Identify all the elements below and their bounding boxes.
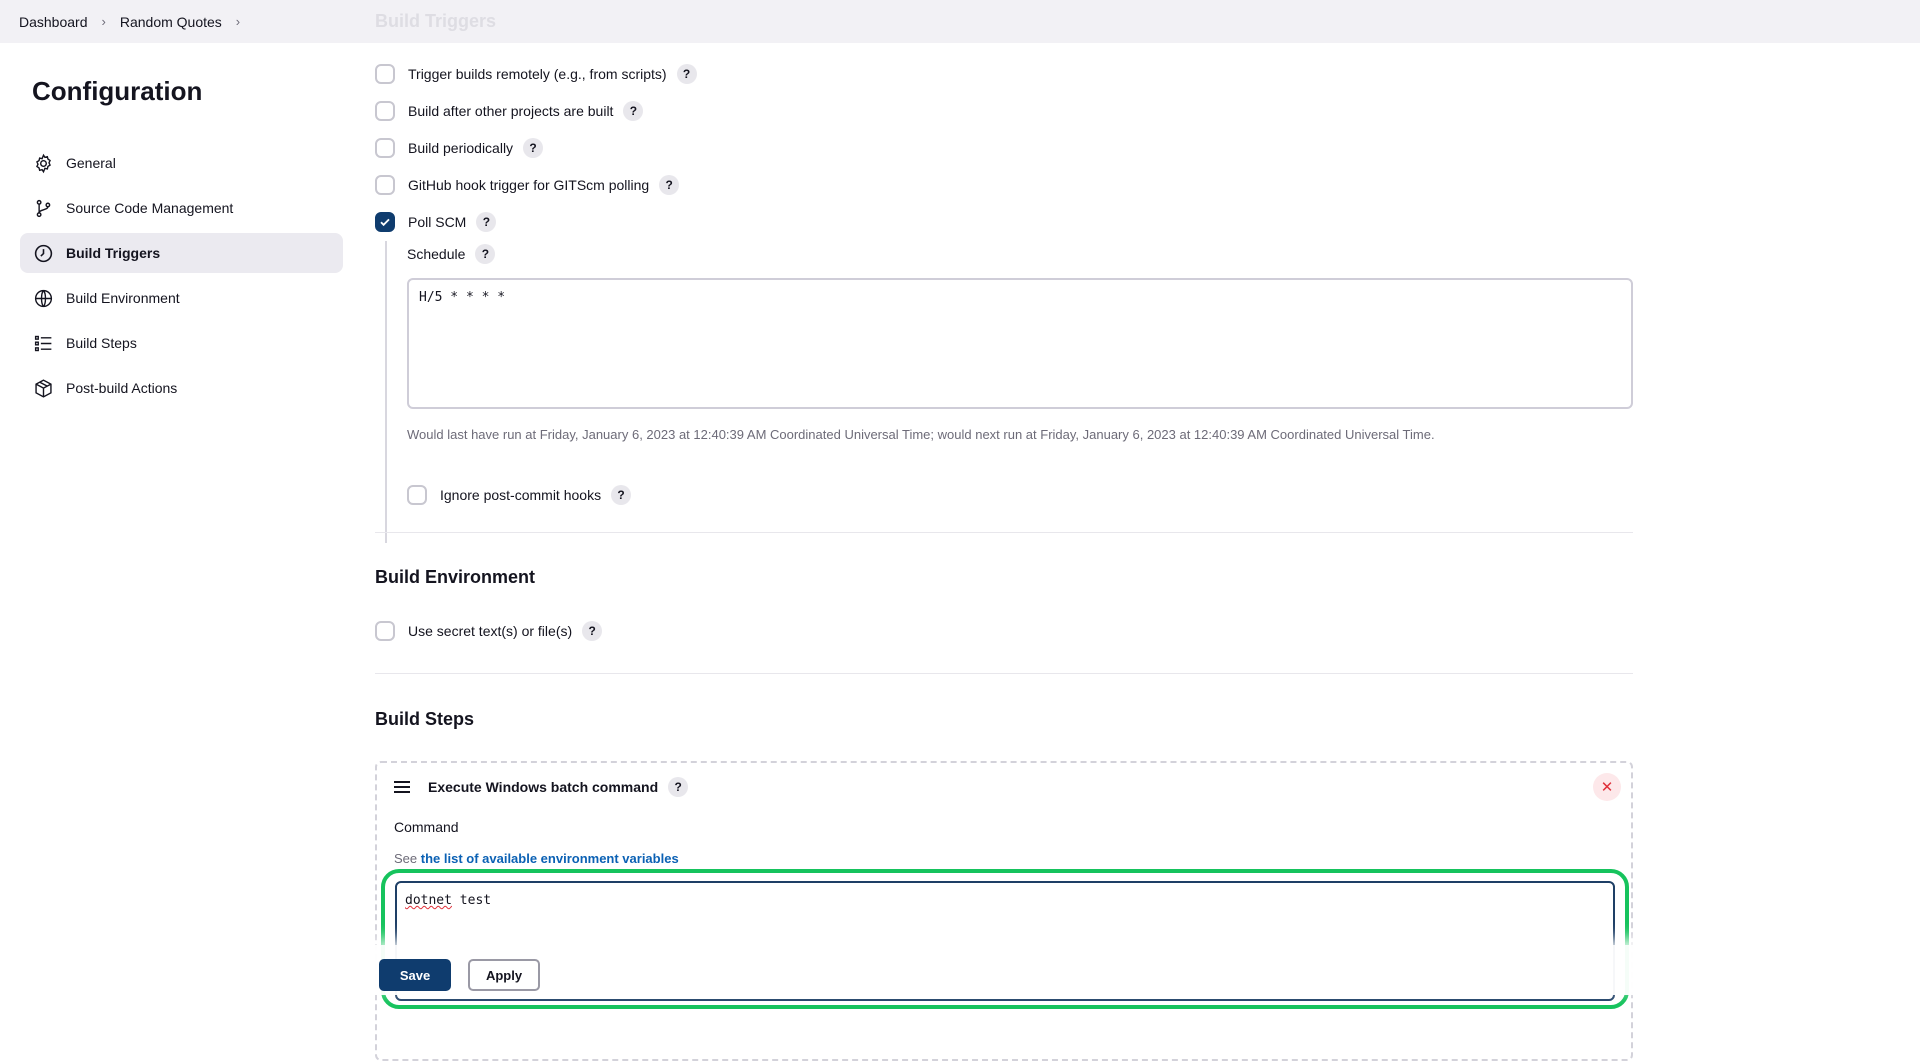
page-title: Configuration [32, 76, 203, 106]
help-icon[interactable]: ? [676, 64, 697, 84]
build-step-header: Execute Windows batch command ? [394, 777, 689, 797]
ignore-hooks-checkbox[interactable] [407, 485, 427, 505]
help-icon[interactable]: ? [668, 777, 689, 797]
chevron-right-icon[interactable]: › [236, 14, 240, 29]
trigger-after-other-row: Build after other projects are built ? [375, 101, 644, 121]
checkmark-icon [380, 218, 390, 227]
trigger-after-other-label: Build after other projects are built [408, 103, 614, 119]
sidebar-item-label: Source Code Management [66, 200, 234, 216]
trigger-periodically-row: Build periodically ? [375, 138, 544, 158]
build-step-title: Execute Windows batch command [428, 779, 659, 795]
breadcrumb-dashboard[interactable]: Dashboard [19, 14, 88, 30]
schedule-hint: Would last have run at Friday, January 6… [407, 427, 1435, 442]
schedule-label-row: Schedule ? [407, 244, 496, 264]
chevron-right-icon[interactable]: › [102, 14, 106, 29]
trigger-remote-checkbox[interactable] [375, 64, 395, 84]
sidebar-item-build-environment[interactable]: Build Environment [20, 278, 343, 318]
git-branch-icon [32, 197, 54, 219]
sidebar-item-label: Build Environment [66, 290, 180, 306]
env-vars-prefix: See [394, 851, 421, 866]
build-steps-title: Build Steps [375, 709, 475, 729]
env-vars-hint: See the list of available environment va… [394, 851, 679, 866]
help-icon[interactable]: ? [476, 212, 497, 232]
secret-row: Use secret text(s) or file(s) ? [375, 621, 603, 641]
sidebar-item-build-triggers[interactable]: Build Triggers [20, 233, 343, 273]
poll-scm-checkbox[interactable] [375, 212, 395, 232]
bottom-app-bar: Save Apply [375, 945, 1665, 995]
globe-icon [32, 287, 54, 309]
build-step-card: Execute Windows batch command ? ✕ Comman… [375, 761, 1633, 1061]
use-secret-label: Use secret text(s) or file(s) [408, 623, 573, 639]
sidebar-item-label: Build Triggers [66, 245, 161, 261]
sidebar-item-label: General [66, 155, 116, 171]
trigger-remote-label: Trigger builds remotely (e.g., from scri… [408, 66, 667, 82]
schedule-label: Schedule [407, 246, 466, 262]
sidebar-item-source-code-management[interactable]: Source Code Management [20, 188, 343, 228]
trigger-poll-scm-row: Poll SCM ? [375, 212, 497, 232]
list-icon [32, 332, 54, 354]
sidebar-item-post-build-actions[interactable]: Post-build Actions [20, 368, 343, 408]
close-icon[interactable]: ✕ [1593, 773, 1621, 801]
breadcrumb: Dashboard › Random Quotes › [0, 14, 254, 30]
save-button[interactable]: Save [379, 959, 451, 991]
command-word-spellcheck: dotnet [405, 893, 452, 908]
command-rest: test [451, 893, 492, 908]
command-label: Command [394, 819, 459, 835]
apply-button[interactable]: Apply [468, 959, 540, 991]
help-icon[interactable]: ? [582, 621, 603, 641]
breadcrumb-bar: Dashboard › Random Quotes › Build Trigge… [0, 0, 1920, 43]
trigger-after-other-checkbox[interactable] [375, 101, 395, 121]
env-vars-link[interactable]: the list of available environment variab… [421, 851, 679, 866]
trigger-github-hook-row: GitHub hook trigger for GITScm polling ? [375, 175, 680, 195]
schedule-textarea[interactable]: H/5 * * * * [407, 278, 1633, 409]
trigger-periodically-label: Build periodically [408, 140, 514, 156]
drag-handle-icon[interactable] [394, 781, 410, 793]
trigger-remote-row: Trigger builds remotely (e.g., from scri… [375, 64, 697, 84]
trigger-github-hook-label: GitHub hook trigger for GITScm polling [408, 177, 650, 193]
sticky-section-title: Build Triggers [375, 11, 497, 31]
nested-section-line [385, 241, 387, 543]
trigger-github-hook-checkbox[interactable] [375, 175, 395, 195]
section-divider [375, 673, 1633, 674]
sidebar-item-label: Build Steps [66, 335, 137, 351]
sidebar-item-label: Post-build Actions [66, 380, 178, 396]
trigger-periodically-checkbox[interactable] [375, 138, 395, 158]
help-icon[interactable]: ? [611, 485, 632, 505]
help-icon[interactable]: ? [659, 175, 680, 195]
ignore-hooks-row: Ignore post-commit hooks ? [407, 485, 632, 505]
section-divider [375, 532, 1633, 533]
use-secret-checkbox[interactable] [375, 621, 395, 641]
sidebar-item-general[interactable]: General [20, 143, 343, 183]
breadcrumb-random-quotes[interactable]: Random Quotes [120, 14, 222, 30]
gear-icon [32, 152, 54, 174]
help-icon[interactable]: ? [623, 101, 644, 121]
help-icon[interactable]: ? [523, 138, 544, 158]
help-icon[interactable]: ? [475, 244, 496, 264]
ignore-hooks-label: Ignore post-commit hooks [440, 487, 602, 503]
sidebar-item-build-steps[interactable]: Build Steps [20, 323, 343, 363]
poll-scm-label: Poll SCM [408, 214, 467, 230]
sidebar-nav: General Source Code Management Build Tri… [20, 143, 343, 413]
timer-icon [32, 242, 54, 264]
build-environment-title: Build Environment [375, 567, 536, 587]
cube-icon [32, 377, 54, 399]
